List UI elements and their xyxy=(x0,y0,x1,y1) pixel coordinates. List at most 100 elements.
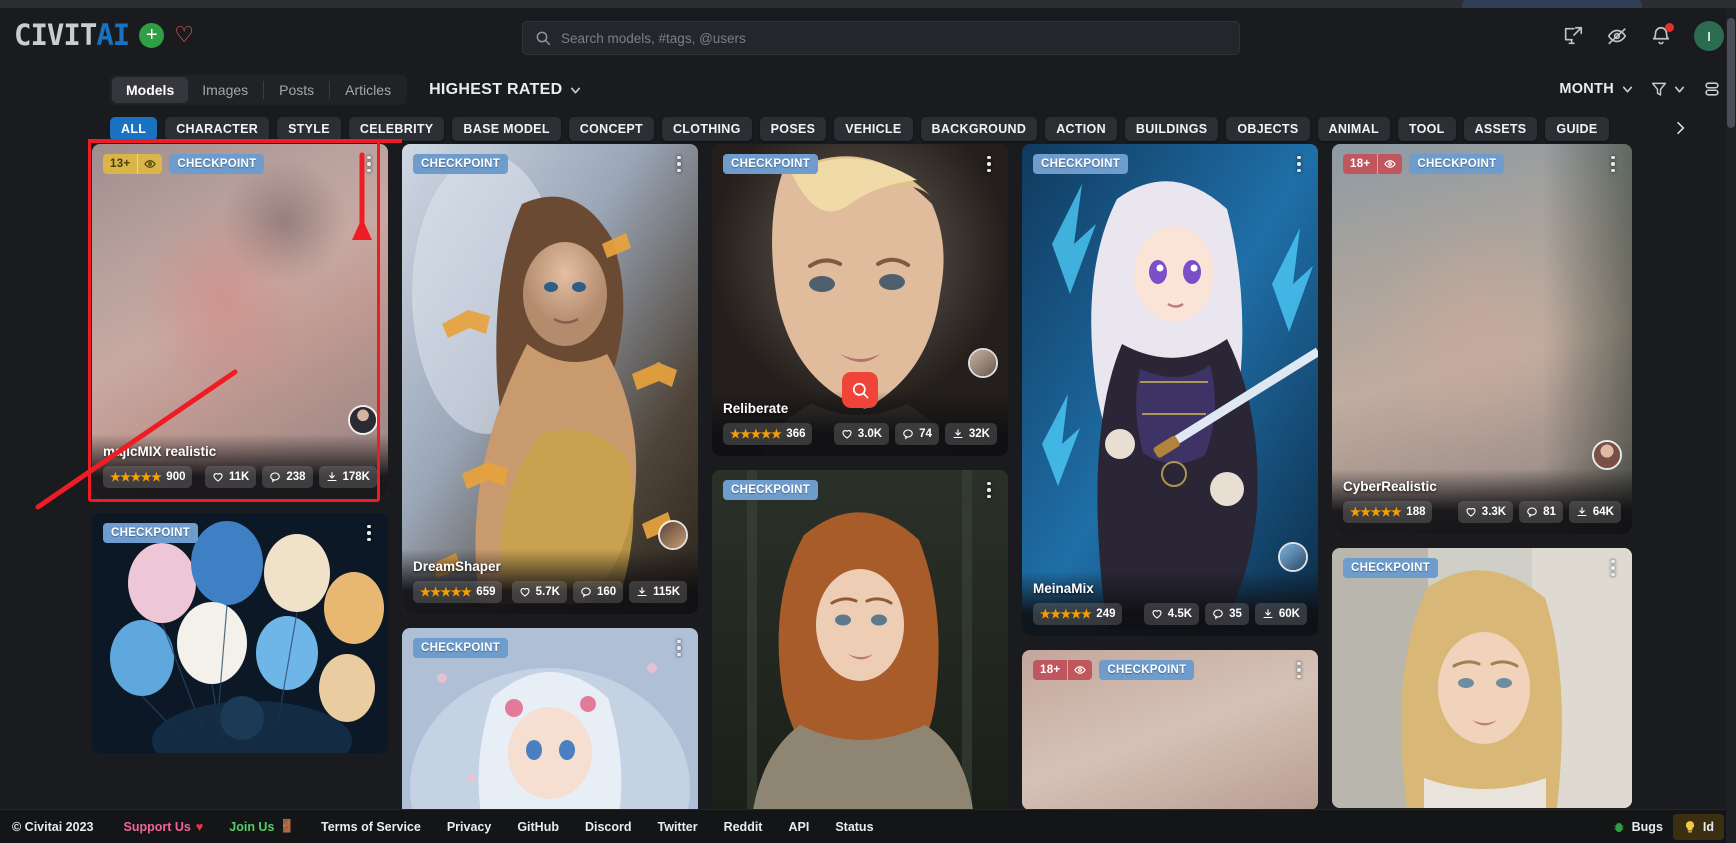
likes-stat[interactable]: 3.3K xyxy=(1457,501,1514,523)
rating-stat[interactable]: ★★★★★ 900 xyxy=(103,466,193,488)
tag-chip-base-model[interactable]: BASE MODEL xyxy=(452,117,561,141)
eye-icon[interactable] xyxy=(1377,154,1402,174)
likes-stat[interactable]: 3.0K xyxy=(833,423,890,445)
footer-link-api[interactable]: API xyxy=(788,820,809,834)
card-menu-button[interactable] xyxy=(979,153,999,175)
tag-chip-buildings[interactable]: BUILDINGS xyxy=(1124,117,1219,141)
comments-stat[interactable]: 35 xyxy=(1205,603,1249,625)
eye-icon[interactable] xyxy=(137,154,162,174)
user-avatar[interactable]: I xyxy=(1694,21,1724,51)
rating-stat[interactable]: ★★★★★ 659 xyxy=(413,581,503,603)
likes-stat[interactable]: 4.5K xyxy=(1143,603,1200,625)
footer-link-github[interactable]: GitHub xyxy=(517,820,559,834)
downloads-stat[interactable]: 32K xyxy=(944,423,997,445)
tag-chip-objects[interactable]: OBJECTS xyxy=(1226,117,1310,141)
card-creator-avatar[interactable] xyxy=(1592,440,1622,470)
comments-stat[interactable]: 81 xyxy=(1519,501,1563,523)
rating-stat[interactable]: ★★★★★ 249 xyxy=(1033,603,1123,625)
rating-stat[interactable]: ★★★★★ 366 xyxy=(723,423,813,445)
card-creator-avatar[interactable] xyxy=(348,405,378,435)
eye-icon[interactable] xyxy=(1067,660,1092,680)
nsfw-rating-badge[interactable]: 18+ xyxy=(1343,154,1403,174)
card-creator-avatar[interactable] xyxy=(658,520,688,550)
tag-chip-background[interactable]: BACKGROUND xyxy=(920,117,1038,141)
layout-toggle-button[interactable] xyxy=(1702,79,1722,99)
model-card-redhead[interactable]: CHECKPOINT xyxy=(712,470,1008,809)
card-menu-button[interactable] xyxy=(359,153,379,175)
scrollbar-thumb[interactable] xyxy=(1727,18,1735,128)
likes-stat[interactable]: 5.7K xyxy=(511,581,567,603)
tab-articles[interactable]: Articles xyxy=(331,77,405,103)
model-card-meinamix[interactable]: CHECKPOINT MeinaMix ★★★★★ 249 4.5K 35 60… xyxy=(1022,144,1318,636)
heart-icon[interactable]: ♡ xyxy=(174,24,194,46)
model-card-balloons[interactable]: CHECKPOINT xyxy=(92,513,388,753)
card-menu-button[interactable] xyxy=(1289,659,1309,681)
model-card-blonde[interactable]: CHECKPOINT xyxy=(1332,548,1632,808)
tab-models[interactable]: Models xyxy=(112,77,189,103)
report-bugs-button[interactable]: Bugs xyxy=(1612,820,1663,834)
card-menu-button[interactable] xyxy=(979,479,999,501)
likes-stat[interactable]: 11K xyxy=(204,466,257,488)
tag-chip-animal[interactable]: ANIMAL xyxy=(1317,117,1390,141)
model-card-anime-white[interactable]: CHECKPOINT xyxy=(402,628,698,809)
create-button[interactable]: + xyxy=(139,22,165,48)
page-scrollbar[interactable] xyxy=(1726,8,1736,843)
tag-chip-all[interactable]: ALL xyxy=(110,117,158,141)
period-dropdown[interactable]: MONTH xyxy=(1559,81,1634,97)
card-menu-button[interactable] xyxy=(1603,557,1623,579)
footer-link-privacy[interactable]: Privacy xyxy=(447,820,491,834)
tab-images[interactable]: Images xyxy=(188,77,262,103)
model-card-majicmix[interactable]: 13+ CHECKPOINT majicMIX realistic ★★★★★ … xyxy=(92,144,388,499)
card-creator-avatar[interactable] xyxy=(968,348,998,378)
tag-chip-concept[interactable]: CONCEPT xyxy=(568,117,654,141)
downloads-stat[interactable]: 60K xyxy=(1254,603,1307,625)
model-card-dreamshaper[interactable]: CHECKPOINT DreamShaper ★★★★★ 659 5.7K 16… xyxy=(402,144,698,614)
civitai-logo[interactable]: CIVIT AI xyxy=(14,18,130,52)
card-menu-button[interactable] xyxy=(359,522,379,544)
search-input[interactable] xyxy=(561,30,1227,46)
comments-stat[interactable]: 74 xyxy=(895,423,939,445)
footer-link-join-us[interactable]: Join Us 🚪 xyxy=(229,819,295,834)
nsfw-rating-badge[interactable]: 13+ xyxy=(103,154,163,174)
downloads-stat[interactable]: 64K xyxy=(1568,501,1621,523)
footer-link-status[interactable]: Status xyxy=(835,820,873,834)
tag-chip-vehicle[interactable]: VEHICLE xyxy=(834,117,913,141)
footer-link-discord[interactable]: Discord xyxy=(585,820,632,834)
card-creator-avatar[interactable] xyxy=(1278,542,1308,572)
rating-stat[interactable]: ★★★★★ 188 xyxy=(1343,501,1433,523)
suggest-ideas-button[interactable]: Id xyxy=(1672,813,1724,840)
tag-chip-assets[interactable]: ASSETS xyxy=(1463,117,1538,141)
card-menu-button[interactable] xyxy=(669,637,689,659)
comments-stat[interactable]: 160 xyxy=(572,581,624,603)
tags-next-arrow[interactable] xyxy=(1670,116,1690,140)
downloads-stat[interactable]: 178K xyxy=(318,466,377,488)
card-search-overlay-button[interactable] xyxy=(842,372,878,408)
browser-tab[interactable] xyxy=(1462,0,1642,8)
tab-posts[interactable]: Posts xyxy=(265,77,328,103)
model-card-cyberrealistic[interactable]: 18+ CHECKPOINT CyberRealistic ★★★★★ 188 xyxy=(1332,144,1632,534)
tag-chip-style[interactable]: STYLE xyxy=(277,117,341,141)
card-menu-button[interactable] xyxy=(1603,153,1623,175)
nsfw-rating-badge[interactable]: 18+ xyxy=(1033,660,1093,680)
search-bar[interactable] xyxy=(522,21,1240,55)
tag-chip-guide[interactable]: GUIDE xyxy=(1545,117,1609,141)
card-menu-button[interactable] xyxy=(669,153,689,175)
tag-chip-clothing[interactable]: CLOTHING xyxy=(661,117,752,141)
model-card-reliberate[interactable]: CHECKPOINT Reliberate ★★★★★ 366 3.0K 74 … xyxy=(712,144,1008,456)
sort-dropdown[interactable]: HIGHEST RATED xyxy=(429,81,582,99)
tag-chip-tool[interactable]: TOOL xyxy=(1397,117,1456,141)
cast-screen-icon[interactable] xyxy=(1562,25,1584,47)
filter-button[interactable] xyxy=(1650,80,1686,98)
eye-off-icon[interactable] xyxy=(1606,25,1628,47)
comments-stat[interactable]: 238 xyxy=(262,466,313,488)
downloads-stat[interactable]: 115K xyxy=(629,581,687,603)
card-menu-button[interactable] xyxy=(1289,153,1309,175)
footer-link-reddit[interactable]: Reddit xyxy=(724,820,763,834)
tag-chip-celebrity[interactable]: CELEBRITY xyxy=(348,117,445,141)
model-card-nsfw-partial[interactable]: 18+ CHECKPOINT xyxy=(1022,650,1318,809)
notifications-wrapper[interactable] xyxy=(1650,23,1674,47)
footer-link-support-us[interactable]: Support Us ♥ xyxy=(123,820,203,834)
footer-link-twitter[interactable]: Twitter xyxy=(658,820,698,834)
tag-chip-character[interactable]: CHARACTER xyxy=(165,117,270,141)
tag-chip-action[interactable]: ACTION xyxy=(1045,117,1117,141)
